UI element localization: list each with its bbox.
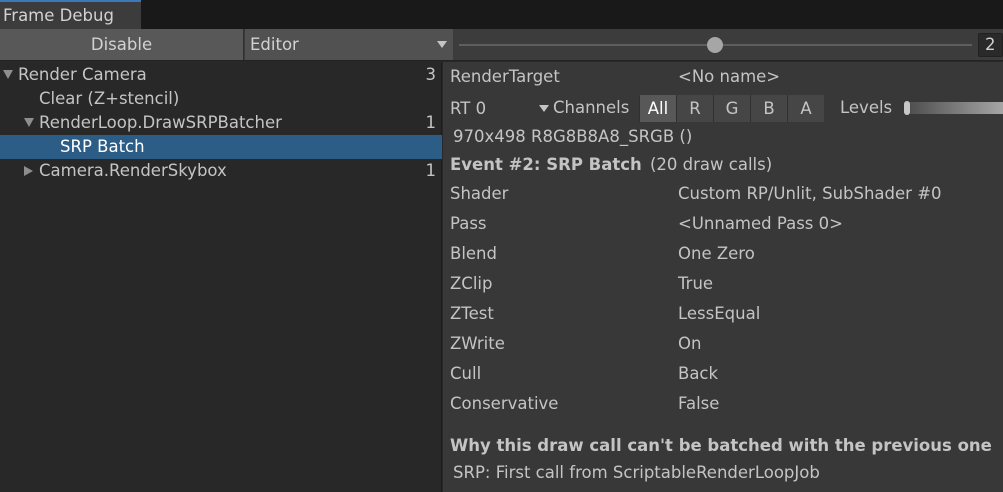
event-title: Event #2: SRP Batch	[450, 155, 642, 174]
expand-arrow-icon[interactable]	[3, 70, 13, 79]
property-value: False	[678, 394, 720, 413]
property-key: Shader	[450, 184, 509, 203]
channel-all-button[interactable]: All	[639, 95, 676, 122]
draw-call-count: 1	[425, 113, 437, 132]
property-row-ztest: ZTest LessEqual	[443, 299, 1003, 329]
property-value: Back	[678, 364, 719, 383]
property-key: Cull	[450, 364, 482, 383]
event-draw-calls: (20 draw calls)	[650, 155, 773, 174]
draw-call-count: 3	[425, 65, 437, 84]
property-row-shader: Shader Custom RP/Unlit, SubShader #0	[443, 179, 1003, 209]
property-value: Custom RP/Unlit, SubShader #0	[678, 184, 942, 203]
property-row-conservative: Conservative False	[443, 389, 1003, 419]
property-value: LessEqual	[678, 304, 761, 323]
tree-item-label: SRP Batch	[60, 137, 145, 156]
render-target-row: RenderTarget <No name>	[443, 62, 1003, 92]
event-index-field[interactable]: 2	[978, 33, 1003, 57]
property-row-zwrite: ZWrite On	[443, 329, 1003, 359]
batch-break-heading-row: Why this draw call can't be batched with…	[443, 432, 1003, 460]
tab-bar: Frame Debug	[0, 0, 1003, 29]
tree-item-label: Render Camera	[18, 65, 147, 84]
property-key: ZClip	[450, 274, 493, 293]
levels-label: Levels	[840, 98, 893, 117]
tree-item-label: Camera.RenderSkybox	[39, 161, 227, 180]
batch-break-reason-row: SRP: First call from ScriptableRenderLoo…	[443, 459, 1003, 487]
event-slider-thumb[interactable]	[707, 37, 723, 53]
render-target-value: <No name>	[678, 67, 781, 86]
property-key: Pass	[450, 214, 487, 233]
property-key: ZWrite	[450, 334, 505, 353]
tree-item-clear[interactable]: Clear (Z+stencil)	[0, 87, 442, 111]
tree-item-label: RenderLoop.DrawSRPBatcher	[39, 113, 282, 132]
property-value: On	[678, 334, 702, 353]
expand-arrow-icon[interactable]	[24, 166, 33, 176]
rt-index-dropdown[interactable]: RT 0	[447, 95, 549, 122]
property-value: One Zero	[678, 244, 755, 263]
channel-g-button[interactable]: G	[713, 95, 750, 122]
event-details-panel: RenderTarget <No name> RT 0 Channels All…	[443, 62, 1003, 492]
draw-call-count: 1	[425, 161, 437, 180]
tree-item-drawsrpbatcher[interactable]: RenderLoop.DrawSRPBatcher 1	[0, 111, 442, 135]
property-row-pass: Pass <Unnamed Pass 0>	[443, 209, 1003, 239]
render-target-controls: RT 0 Channels All R G B A Levels	[443, 93, 1003, 123]
chevron-down-icon	[539, 105, 549, 112]
event-tree: Render Camera 3 Clear (Z+stencil) Render…	[0, 62, 442, 492]
property-row-cull: Cull Back	[443, 359, 1003, 389]
levels-slider[interactable]	[904, 102, 1003, 114]
property-key: ZTest	[450, 304, 494, 323]
tree-item-srp-batch[interactable]: SRP Batch	[0, 135, 442, 159]
render-target-format: 970x498 R8G8B8A8_SRGB ()	[453, 127, 693, 146]
format-row: 970x498 R8G8B8A8_SRGB ()	[443, 123, 1003, 151]
chevron-down-icon	[437, 41, 447, 48]
property-row-blend: Blend One Zero	[443, 239, 1003, 269]
property-key: Blend	[450, 244, 497, 263]
toolbar: Disable Editor 2	[0, 29, 1003, 61]
batch-break-reason: SRP: First call from ScriptableRenderLoo…	[453, 463, 820, 482]
levels-slider-handle[interactable]	[904, 101, 910, 115]
tree-item-render-skybox[interactable]: Camera.RenderSkybox 1	[0, 159, 442, 183]
render-target-label: RenderTarget	[450, 67, 560, 86]
property-value: <Unnamed Pass 0>	[678, 214, 843, 233]
tree-item-label: Clear (Z+stencil)	[39, 89, 180, 108]
channels-label: Channels	[553, 98, 630, 117]
rt-index-label: RT 0	[450, 99, 487, 118]
channel-a-button[interactable]: A	[787, 95, 824, 122]
target-dropdown-label: Editor	[250, 35, 299, 54]
batch-break-heading: Why this draw call can't be batched with…	[450, 436, 992, 455]
tab-frame-debug[interactable]: Frame Debug	[0, 0, 141, 29]
target-dropdown[interactable]: Editor	[245, 29, 453, 60]
tree-item-render-camera[interactable]: Render Camera 3	[0, 63, 442, 87]
property-value: True	[678, 274, 714, 293]
channel-b-button[interactable]: B	[750, 95, 787, 122]
event-header: Event #2: SRP Batch (20 draw calls)	[443, 150, 1003, 180]
expand-arrow-icon[interactable]	[24, 118, 34, 127]
disable-button[interactable]: Disable	[0, 29, 244, 60]
property-key: Conservative	[450, 394, 559, 413]
channel-r-button[interactable]: R	[676, 95, 713, 122]
property-row-zclip: ZClip True	[443, 269, 1003, 299]
